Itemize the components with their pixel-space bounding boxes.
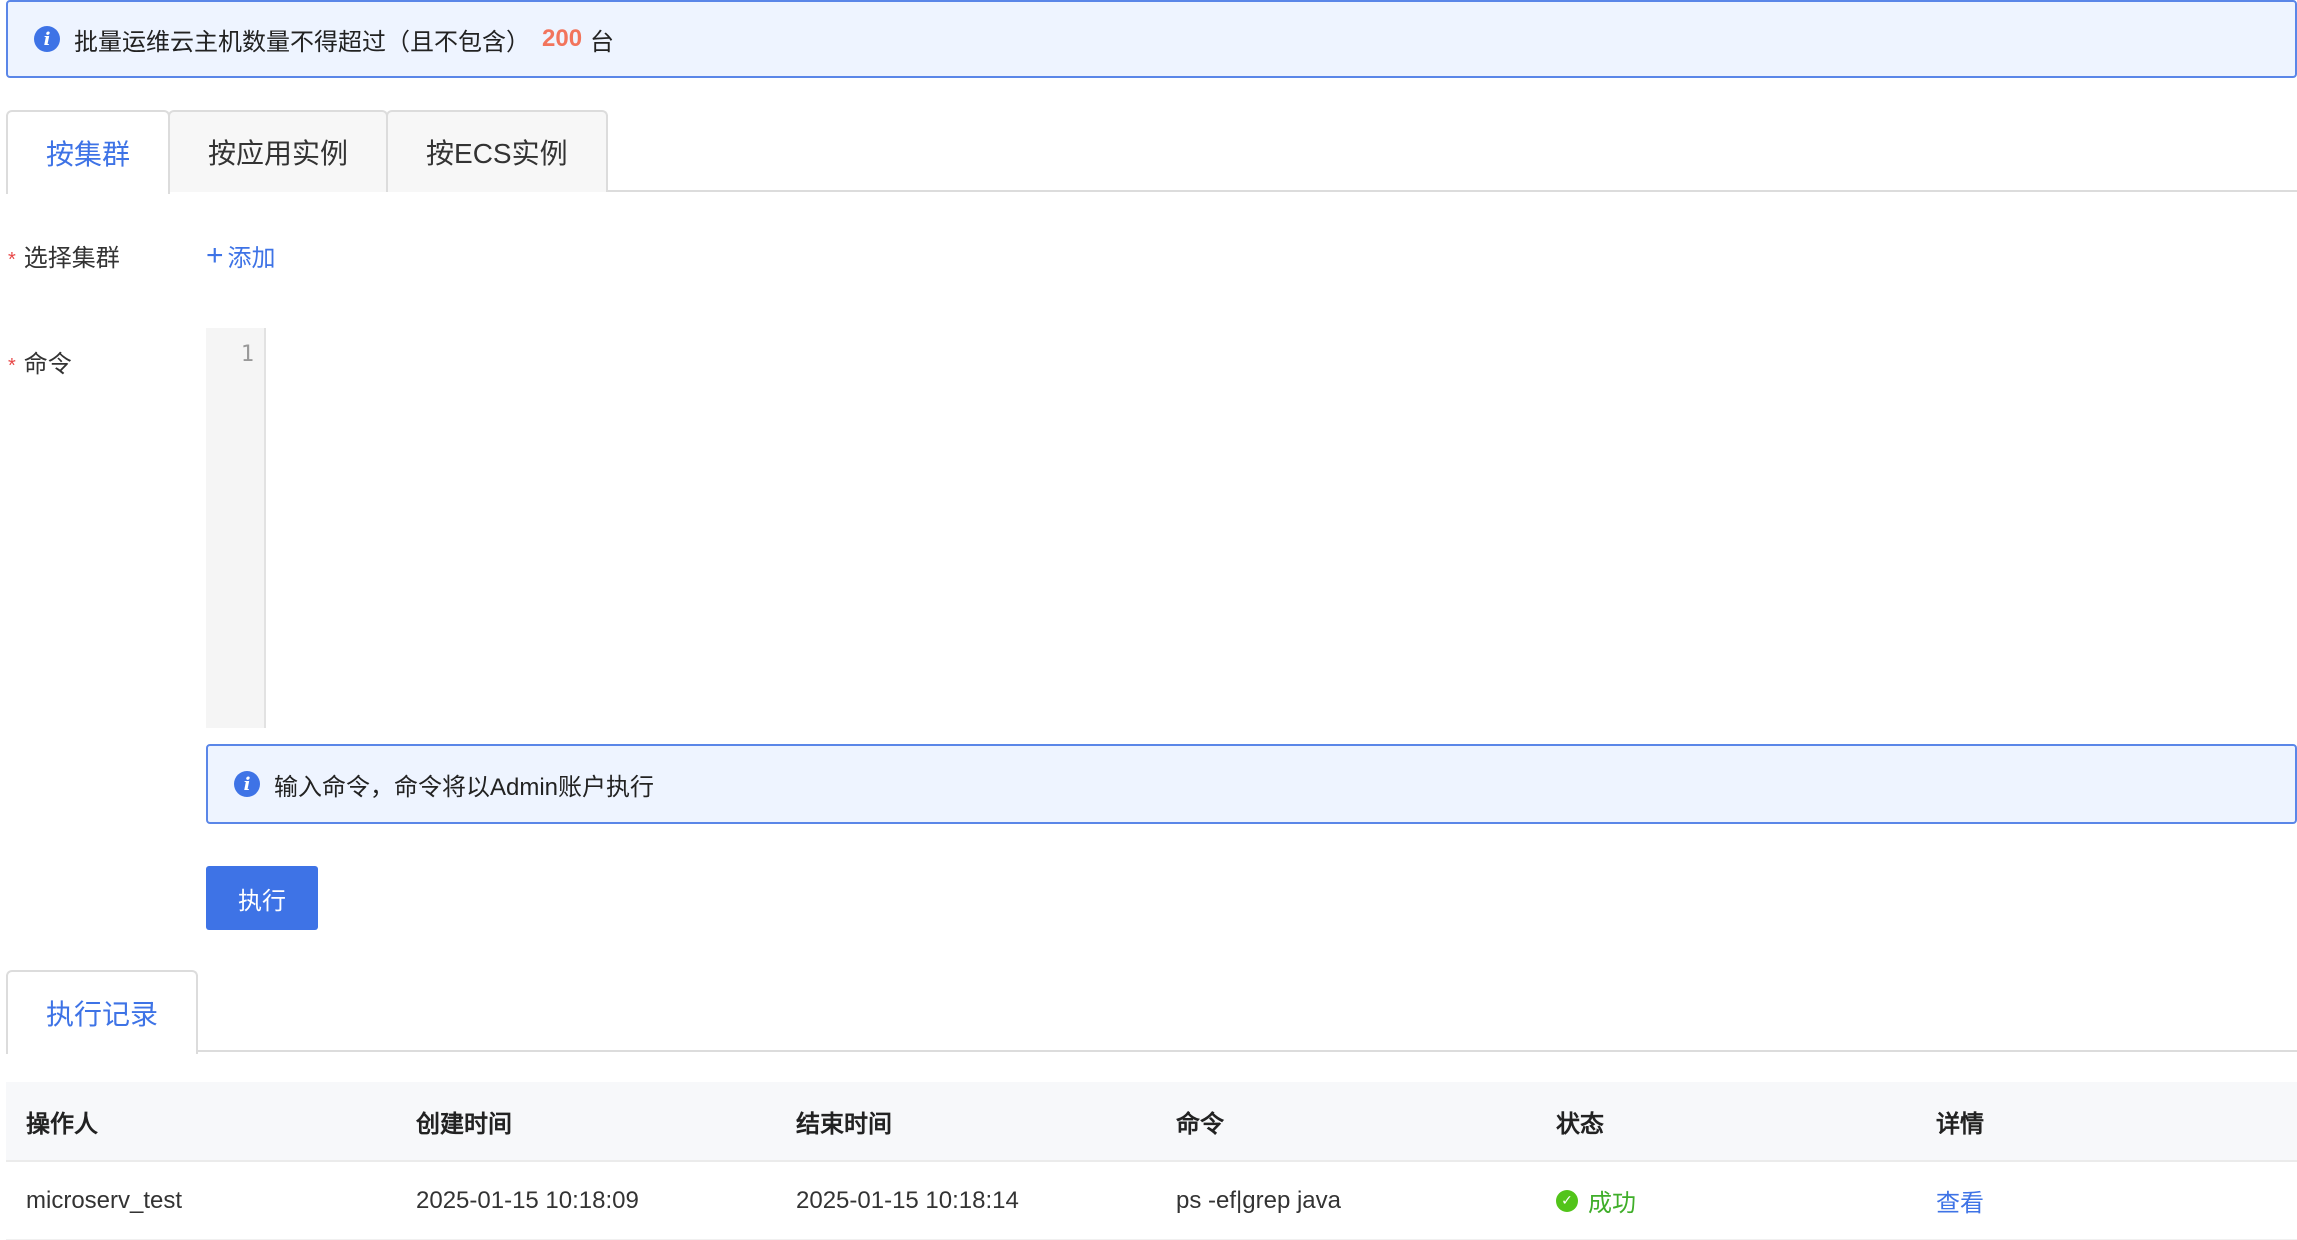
column-operator: 操作人: [26, 1110, 98, 1138]
editor-gutter: 1: [206, 328, 266, 728]
check-circle-icon: ✓: [1556, 1189, 1578, 1212]
cell-created-time: 2025-01-15 10:18:09: [416, 1186, 639, 1214]
table-header: 操作人 创建时间 结束时间 命令 状态 详情: [6, 1082, 2297, 1162]
command-input-area[interactable]: [268, 328, 2297, 728]
info-icon: i: [234, 771, 260, 797]
tab-by-ecs-instance[interactable]: 按ECS实例: [386, 110, 608, 192]
cluster-field-label: * 选择集群: [8, 238, 120, 273]
execute-button[interactable]: 执行: [206, 866, 318, 930]
required-mark: *: [8, 249, 16, 271]
mode-tabs: 按集群 按应用实例 按ECS实例: [6, 110, 2297, 194]
cell-command: ps -ef|grep java: [1176, 1186, 1341, 1214]
column-command: 命令: [1176, 1110, 1224, 1138]
info-icon: i: [34, 26, 60, 52]
cell-detail: 查看: [1916, 1183, 2297, 1218]
alert-limit-value: 200: [542, 25, 583, 52]
plus-icon: +: [206, 238, 224, 272]
command-hint-text: 输入命令，命令将以Admin账户执行: [274, 773, 655, 801]
required-mark: *: [8, 355, 16, 377]
line-number: 1: [240, 342, 254, 367]
cell-end-time: 2025-01-15 10:18:14: [796, 1186, 1019, 1214]
batch-limit-alert: i 批量运维云主机数量不得超过（且不包含） 200 台: [6, 0, 2297, 78]
status-text: 成功: [1588, 1190, 1636, 1217]
table-row: microserv_test 2025-01-15 10:18:09 2025-…: [6, 1162, 2297, 1240]
execution-records-table: 操作人 创建时间 结束时间 命令 状态 详情 microserv_test 20…: [6, 1082, 2297, 1240]
alert-text: 批量运维云主机数量不得超过（且不包含）: [74, 28, 530, 56]
cell-operator: microserv_test: [26, 1186, 183, 1214]
column-end-time: 结束时间: [796, 1110, 892, 1138]
command-label-text: 命令: [23, 351, 72, 378]
view-detail-link[interactable]: 查看: [1936, 1190, 1984, 1217]
cluster-label-text: 选择集群: [23, 245, 120, 272]
command-hint-alert: i 输入命令，命令将以Admin账户执行: [206, 744, 2297, 824]
add-cluster-label: 添加: [227, 245, 276, 272]
alert-unit: 台: [590, 28, 615, 56]
cell-status: ✓ 成功: [1536, 1183, 1916, 1218]
command-field-label: * 命令: [8, 344, 72, 379]
add-cluster-button[interactable]: + 添加: [206, 238, 276, 273]
command-editor[interactable]: 1: [206, 328, 2297, 728]
column-created-time: 创建时间: [416, 1110, 512, 1138]
tab-by-app-instance[interactable]: 按应用实例: [168, 110, 389, 192]
tab-by-cluster[interactable]: 按集群: [6, 110, 171, 194]
records-tabs: 执行记录: [6, 970, 2297, 1054]
tab-execution-records[interactable]: 执行记录: [6, 970, 199, 1054]
column-status: 状态: [1556, 1110, 1604, 1138]
column-detail: 详情: [1936, 1110, 1984, 1138]
